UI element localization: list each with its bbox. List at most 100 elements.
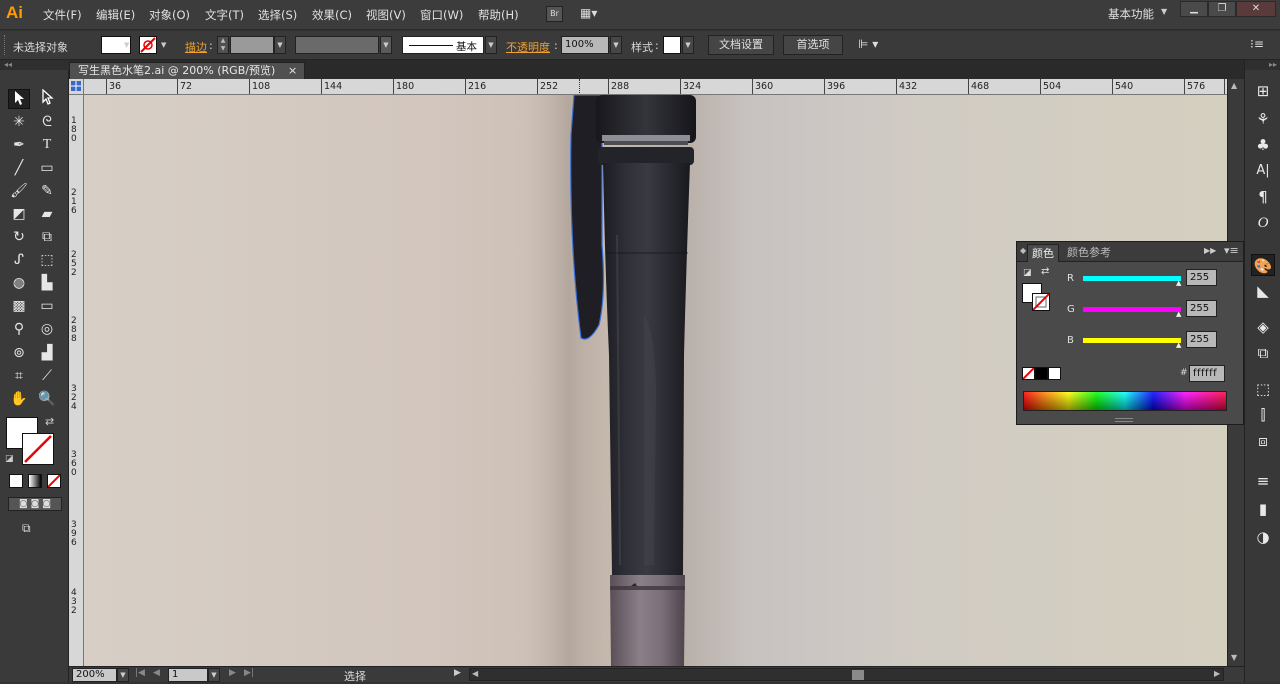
stroke-none-swatch[interactable]: [139, 36, 157, 54]
bridge-button[interactable]: Br: [546, 6, 563, 22]
graphic-style-swatch[interactable]: [663, 36, 681, 54]
menu-object[interactable]: 对象(O): [149, 7, 190, 23]
rotate-tool-icon[interactable]: ↻: [8, 227, 30, 247]
last-page-icon[interactable]: ▶|: [244, 668, 254, 678]
menu-type[interactable]: 文字(T): [205, 7, 244, 23]
document-setup-button[interactable]: 文档设置: [708, 35, 774, 55]
fill-chevron-icon[interactable]: ▼: [124, 41, 129, 49]
paintbrush-tool-icon[interactable]: 🖌: [8, 181, 30, 201]
page-dropdown[interactable]: ▼: [208, 668, 220, 682]
horizontal-scrollbar[interactable]: ◀ ▶: [469, 668, 1224, 681]
gradient-mode-icon[interactable]: [28, 474, 42, 488]
opacity-input[interactable]: 100%: [561, 36, 609, 54]
menu-edit[interactable]: 编辑(E): [96, 7, 135, 23]
rectangle-tool-icon[interactable]: ▭: [36, 158, 58, 178]
minimize-button[interactable]: ▁: [1180, 1, 1208, 17]
g-value-input[interactable]: 255: [1186, 300, 1217, 317]
none-mode-icon[interactable]: [47, 474, 61, 488]
b-slider-handle[interactable]: ▲: [1176, 341, 1181, 349]
g-slider[interactable]: [1083, 307, 1181, 312]
align-panel-icon[interactable]: ⫿: [1251, 404, 1275, 426]
artboard-tool-icon[interactable]: ⌗: [8, 366, 30, 386]
opentype-panel-icon[interactable]: O: [1251, 212, 1275, 234]
variable-width-profile[interactable]: [295, 36, 379, 54]
opacity-label[interactable]: 不透明度: [506, 39, 550, 55]
screen-mode-icon[interactable]: ⧉: [22, 521, 42, 535]
stroke-weight-input[interactable]: [230, 36, 274, 54]
scale-tool-icon[interactable]: ⧉: [36, 227, 58, 247]
symbols-panel-icon[interactable]: ♣: [1251, 134, 1275, 156]
restore-button[interactable]: ❐: [1208, 1, 1236, 17]
arrange-documents-icon[interactable]: ▦▾: [580, 6, 608, 22]
pencil-tool-icon[interactable]: ✎: [36, 181, 58, 201]
r-value-input[interactable]: 255: [1186, 269, 1217, 286]
pen-tool-icon[interactable]: ✒: [8, 135, 30, 155]
color-mode-icon[interactable]: [9, 474, 23, 488]
panel-toggle-icon[interactable]: ◆: [1020, 246, 1026, 255]
none-color-chip[interactable]: [1022, 367, 1035, 380]
b-value-input[interactable]: 255: [1186, 331, 1217, 348]
black-color-chip[interactable]: [1035, 367, 1048, 380]
document-tab[interactable]: 写生黑色水笔2.ai @ 200% (RGB/预览) ×: [69, 62, 305, 79]
magic-wand-tool-icon[interactable]: ✳: [8, 112, 30, 132]
hand-tool-icon[interactable]: ✋: [8, 389, 30, 409]
hex-value-input[interactable]: ffffff: [1189, 365, 1225, 382]
layers-panel-icon[interactable]: ◈: [1251, 316, 1275, 338]
swap-colors-icon[interactable]: ⇄: [45, 415, 54, 428]
transform-panel-icon[interactable]: ⬚: [1251, 378, 1275, 400]
panel-menu-icon[interactable]: ⁝≡: [1250, 37, 1264, 51]
symbol-sprayer-tool-icon[interactable]: ⊚: [8, 343, 30, 363]
eyedropper-tool-icon[interactable]: ⚲: [8, 319, 30, 339]
stroke-color-box[interactable]: [22, 433, 54, 465]
free-transform-tool-icon[interactable]: ⬚: [36, 250, 58, 270]
direct-selection-tool-icon[interactable]: [36, 88, 58, 109]
close-window-button[interactable]: ✕: [1236, 1, 1276, 17]
eraser-tool-icon[interactable]: ▰: [36, 204, 58, 224]
tools-collapse-icon[interactable]: ◂◂: [0, 60, 69, 70]
color-panel-icon[interactable]: 🎨: [1251, 254, 1275, 276]
gradient-tool-icon[interactable]: ▭: [36, 296, 58, 316]
perspective-grid-tool-icon[interactable]: ▙: [36, 273, 58, 293]
r-slider[interactable]: [1083, 276, 1181, 281]
next-page-icon[interactable]: ▶: [229, 668, 236, 678]
selection-tool-icon[interactable]: [8, 89, 30, 109]
r-slider-handle[interactable]: ▲: [1176, 279, 1181, 287]
line-tool-icon[interactable]: ╱: [8, 158, 30, 178]
character-panel-icon[interactable]: A|: [1251, 160, 1275, 182]
default-fill-stroke-icon[interactable]: ◪: [1023, 268, 1032, 278]
brush-definition[interactable]: 基本: [402, 36, 484, 54]
panel-expand-icon[interactable]: ▶▶: [1204, 246, 1216, 255]
first-page-icon[interactable]: |◀: [135, 668, 145, 678]
zoom-dropdown[interactable]: ▼: [117, 668, 129, 682]
warp-tool-icon[interactable]: ᔑ: [8, 250, 30, 270]
shape-builder-tool-icon[interactable]: ◍: [8, 273, 30, 293]
menu-select[interactable]: 选择(S): [258, 7, 297, 23]
lasso-tool-icon[interactable]: ᘓ: [36, 112, 58, 132]
menu-help[interactable]: 帮助(H): [478, 7, 519, 23]
gradient-panel-icon[interactable]: ▮: [1251, 498, 1275, 520]
slice-tool-icon[interactable]: ⟋: [36, 366, 58, 386]
status-menu-icon[interactable]: ▶: [454, 668, 461, 678]
mesh-tool-icon[interactable]: ▩: [8, 296, 30, 316]
scroll-right-icon[interactable]: ▶: [1214, 669, 1220, 678]
panel-resize-grip[interactable]: [1115, 418, 1133, 422]
zoom-input[interactable]: 200%: [72, 668, 117, 682]
panel-stroke-swatch[interactable]: [1032, 293, 1050, 311]
scroll-left-icon[interactable]: ◀: [472, 669, 478, 678]
menu-effect[interactable]: 效果(C): [312, 7, 352, 23]
tab-color[interactable]: 颜色: [1027, 244, 1059, 262]
scroll-up-icon[interactable]: ▲: [1231, 81, 1237, 90]
swap-fill-stroke-icon[interactable]: ⇄: [1041, 266, 1049, 277]
g-slider-handle[interactable]: ▲: [1176, 310, 1181, 318]
scroll-down-icon[interactable]: ▼: [1231, 653, 1237, 662]
profile-dropdown[interactable]: ▼: [380, 36, 392, 54]
ruler-origin[interactable]: [69, 79, 84, 95]
dock-collapse-icon[interactable]: ▸▸: [1245, 60, 1280, 70]
menu-window[interactable]: 窗口(W): [420, 7, 463, 23]
menu-file[interactable]: 文件(F): [43, 7, 82, 23]
brush-dropdown[interactable]: ▼: [485, 36, 497, 54]
grid-panel-icon[interactable]: ⊞: [1251, 80, 1275, 102]
graphic-style-dropdown[interactable]: ▼: [682, 36, 694, 54]
color-spectrum[interactable]: [1023, 391, 1227, 411]
preferences-button[interactable]: 首选项: [783, 35, 843, 55]
